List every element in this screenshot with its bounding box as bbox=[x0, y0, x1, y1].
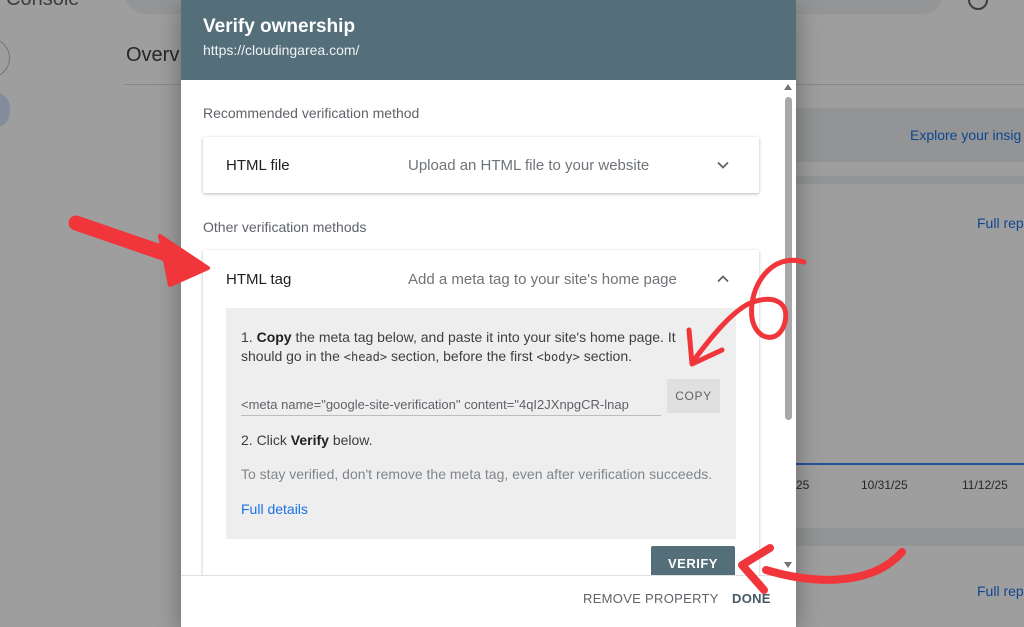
method-name: HTML tag bbox=[226, 271, 292, 288]
scroll-up-arrow-icon[interactable] bbox=[784, 84, 792, 90]
dialog-footer: REMOVE PROPERTY DONE bbox=[181, 575, 796, 627]
method-description: Upload an HTML file to your website bbox=[408, 157, 650, 174]
method-name: HTML file bbox=[226, 157, 290, 174]
step-2-text: 2. Click Verify below. bbox=[241, 432, 373, 448]
chevron-up-icon[interactable] bbox=[715, 271, 731, 287]
dialog-title: Verify ownership bbox=[203, 16, 356, 37]
remove-property-button[interactable]: REMOVE PROPERTY bbox=[583, 591, 719, 606]
full-details-link[interactable]: Full details bbox=[241, 501, 308, 517]
copy-button[interactable]: COPY bbox=[667, 379, 720, 413]
done-button[interactable]: DONE bbox=[732, 591, 771, 606]
scroll-down-arrow-icon[interactable] bbox=[784, 562, 792, 568]
verification-note: To stay verified, don't remove the meta … bbox=[241, 466, 713, 482]
other-methods-label: Other verification methods bbox=[203, 219, 367, 235]
scrollbar-thumb[interactable] bbox=[785, 97, 792, 420]
property-url: https://cloudingarea.com/ bbox=[203, 42, 360, 58]
scrollbar[interactable] bbox=[781, 80, 796, 575]
method-html-tag[interactable]: HTML tag Add a meta tag to your site's h… bbox=[203, 250, 759, 575]
dialog-header: Verify ownership https://cloudingarea.co… bbox=[181, 0, 796, 80]
dialog-body: Recommended verification method HTML fil… bbox=[181, 80, 796, 575]
html-tag-instructions: 1. Copy the meta tag below, and paste it… bbox=[226, 308, 736, 539]
method-description: Add a meta tag to your site's home page bbox=[408, 271, 677, 288]
meta-tag-field[interactable] bbox=[241, 394, 661, 416]
step-1-text: 1. Copy the meta tag below, and paste it… bbox=[241, 329, 676, 364]
chevron-down-icon[interactable] bbox=[715, 157, 731, 173]
verify-button[interactable]: VERIFY bbox=[651, 546, 735, 575]
recommended-method-label: Recommended verification method bbox=[203, 105, 420, 121]
verify-ownership-dialog: Verify ownership https://cloudingarea.co… bbox=[181, 0, 796, 627]
method-html-file[interactable]: HTML file Upload an HTML file to your we… bbox=[203, 137, 759, 193]
